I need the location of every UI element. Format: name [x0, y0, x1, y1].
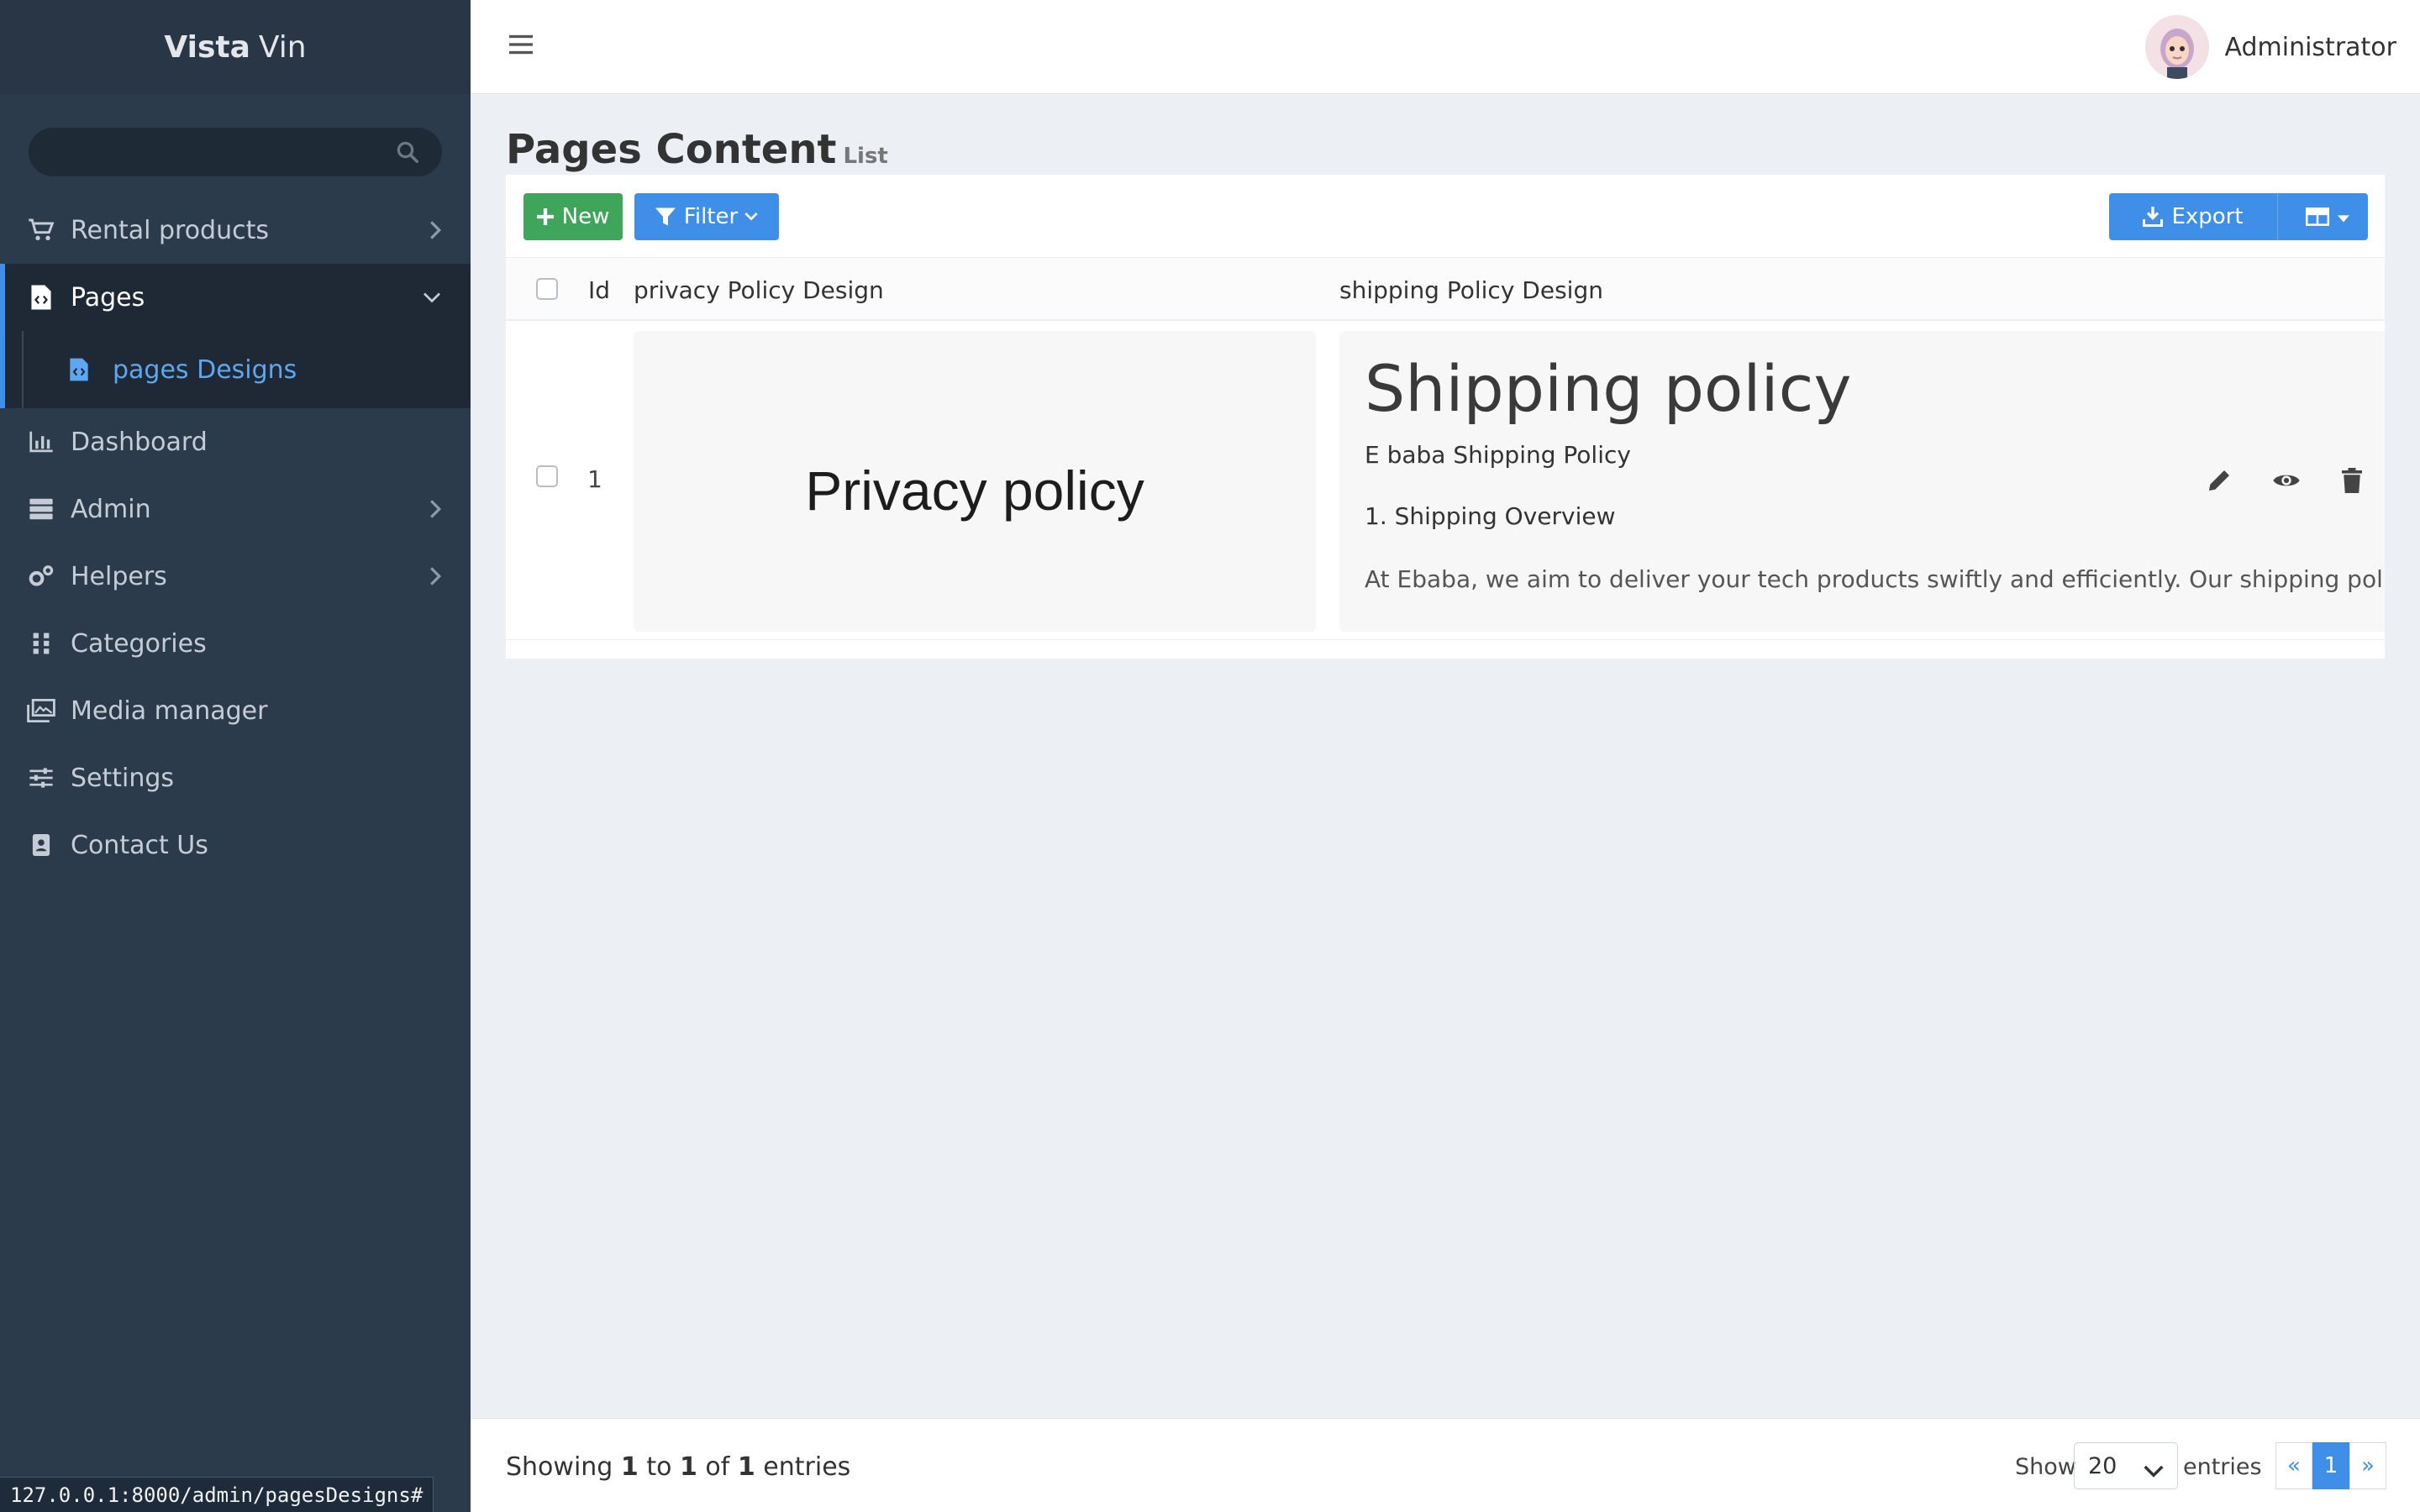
column-header-privacy[interactable]: privacy Policy Design [634, 276, 884, 304]
sidebar-item-label: Helpers [71, 561, 167, 591]
new-button[interactable]: New [523, 193, 623, 240]
new-button-label: New [561, 204, 610, 229]
sidebar-item-label: Admin [71, 494, 151, 524]
page-title: Pages Content List [506, 126, 888, 173]
sidebar-item-media-manager[interactable]: Media manager [0, 677, 471, 744]
chevron-down-icon [422, 286, 442, 315]
shipping-heading: Shipping policy [1365, 351, 1852, 426]
cart-icon [27, 216, 55, 244]
summary-entries-word: entries [763, 1452, 851, 1482]
page-title-text: Pages Content [506, 126, 837, 173]
sidebar-item-categories[interactable]: Categories [0, 610, 471, 677]
user-name: Administrator [2224, 32, 2396, 62]
sidebar-item-pages[interactable]: Pages [0, 264, 471, 331]
column-header-id[interactable]: Id [588, 276, 610, 304]
sidebar-search-input[interactable] [29, 128, 442, 176]
file-code-icon [27, 283, 55, 312]
summary-to-word: to [646, 1452, 672, 1482]
sidebar-item-rental-products[interactable]: Rental products [0, 197, 471, 264]
filter-icon [655, 207, 676, 227]
file-code-icon [69, 356, 94, 383]
sidebar-item-helpers[interactable]: Helpers [0, 543, 471, 610]
view-icon[interactable] [2272, 470, 2301, 491]
privacy-heading: Privacy policy [805, 459, 1144, 522]
sidebar-item-label: Categories [71, 628, 207, 659]
sidebar-item-admin[interactable]: Admin [0, 475, 471, 543]
table-header: Id privacy Policy Design shipping Policy… [506, 257, 2385, 321]
export-button-label: Export [2171, 204, 2244, 229]
summary-of-word: of [705, 1452, 730, 1482]
sidebar-item-label: Settings [71, 763, 175, 793]
caret-down-icon [2338, 204, 2349, 229]
server-icon [27, 495, 55, 523]
row-checkbox[interactable] [536, 465, 558, 487]
pagination: « 1 » [2275, 1442, 2386, 1489]
show-label: Show [2015, 1454, 2076, 1480]
cogs-icon [27, 562, 55, 591]
sidebar-item-label: Rental products [71, 215, 270, 245]
browser-status-url: 127.0.0.1:8000/admin/pagesDesigns# [0, 1477, 434, 1512]
sidebar: Vista Vin Rental products Pages pages De… [0, 0, 471, 1512]
address-book-icon [27, 831, 55, 859]
sidebar-item-contact-us[interactable]: Contact Us [0, 811, 471, 879]
images-icon [27, 696, 55, 725]
table-row: 1 Privacy policy Shipping policy E baba … [506, 321, 2385, 640]
edit-icon[interactable] [2207, 468, 2232, 493]
search-icon[interactable] [395, 139, 420, 168]
plus-icon [536, 208, 554, 225]
chevron-down-icon [2144, 1458, 2164, 1484]
user-menu[interactable]: Administrator [2145, 15, 2396, 79]
delete-icon[interactable] [2341, 468, 2363, 493]
download-icon [2143, 207, 2164, 227]
page-subtitle: List [843, 144, 888, 169]
per-page-select[interactable]: 20 [2074, 1442, 2178, 1489]
sidebar-item-label: Pages [71, 282, 145, 312]
sidebar-item-label: Media manager [71, 696, 268, 726]
summary-to: 1 [679, 1452, 697, 1482]
sidebar-menu: Rental products Pages pages Designs Dash… [0, 197, 471, 879]
summary-total: 1 [737, 1452, 755, 1482]
bar-chart-icon [27, 428, 55, 456]
brand-name-light: Vin [258, 29, 307, 65]
column-selector-button[interactable] [2287, 193, 2368, 240]
pagination-next[interactable]: » [2349, 1442, 2386, 1489]
shipping-paragraph: At Ebaba, we aim to deliver your tech pr… [1365, 565, 2385, 593]
sliders-icon [27, 764, 55, 792]
sidebar-subitem-label: pages Designs [113, 354, 297, 385]
export-button[interactable]: Export [2109, 193, 2277, 240]
entries-summary: Showing 1 to 1 of 1 entries [506, 1452, 850, 1482]
sidebar-subitem-pages-designs[interactable]: pages Designs [0, 331, 471, 408]
brand-logo[interactable]: Vista Vin [0, 0, 471, 94]
sidebar-item-settings[interactable]: Settings [0, 744, 471, 811]
chevron-down-icon [744, 212, 758, 222]
filter-button[interactable]: Filter [634, 193, 779, 240]
per-page-value: 20 [2088, 1452, 2118, 1479]
grid-toolbar: New Filter Export [506, 175, 2385, 257]
grid-icon [27, 629, 55, 658]
row-id: 1 [587, 465, 602, 493]
entries-label: entries [2183, 1454, 2262, 1480]
pagination-prev[interactable]: « [2275, 1442, 2312, 1489]
sidebar-item-label: Contact Us [71, 830, 208, 860]
chevron-right-icon [429, 497, 442, 527]
chevron-right-icon [429, 218, 442, 248]
chevron-right-icon [429, 564, 442, 594]
sidebar-item-dashboard[interactable]: Dashboard [0, 408, 471, 475]
table-icon [2306, 207, 2329, 226]
brand-name-bold: Vista [164, 29, 250, 65]
column-header-shipping[interactable]: shipping Policy Design [1339, 276, 1603, 304]
top-navbar: Administrator [471, 0, 2420, 94]
row-actions [2139, 437, 2385, 524]
sidebar-item-label: Dashboard [71, 427, 208, 457]
avatar [2145, 15, 2210, 79]
menu-toggle-icon[interactable] [509, 34, 533, 59]
filter-button-label: Filter [683, 204, 739, 229]
summary-prefix: Showing [506, 1452, 613, 1482]
grid-footer: Showing 1 to 1 of 1 entries Show 20 entr… [471, 1418, 2420, 1512]
privacy-policy-preview: Privacy policy [634, 331, 1316, 632]
select-all-checkbox[interactable] [536, 278, 558, 300]
summary-from: 1 [620, 1452, 639, 1482]
pagination-page-1[interactable]: 1 [2312, 1442, 2349, 1489]
content-box: New Filter Export Id privacy Policy Desi… [506, 175, 2385, 659]
